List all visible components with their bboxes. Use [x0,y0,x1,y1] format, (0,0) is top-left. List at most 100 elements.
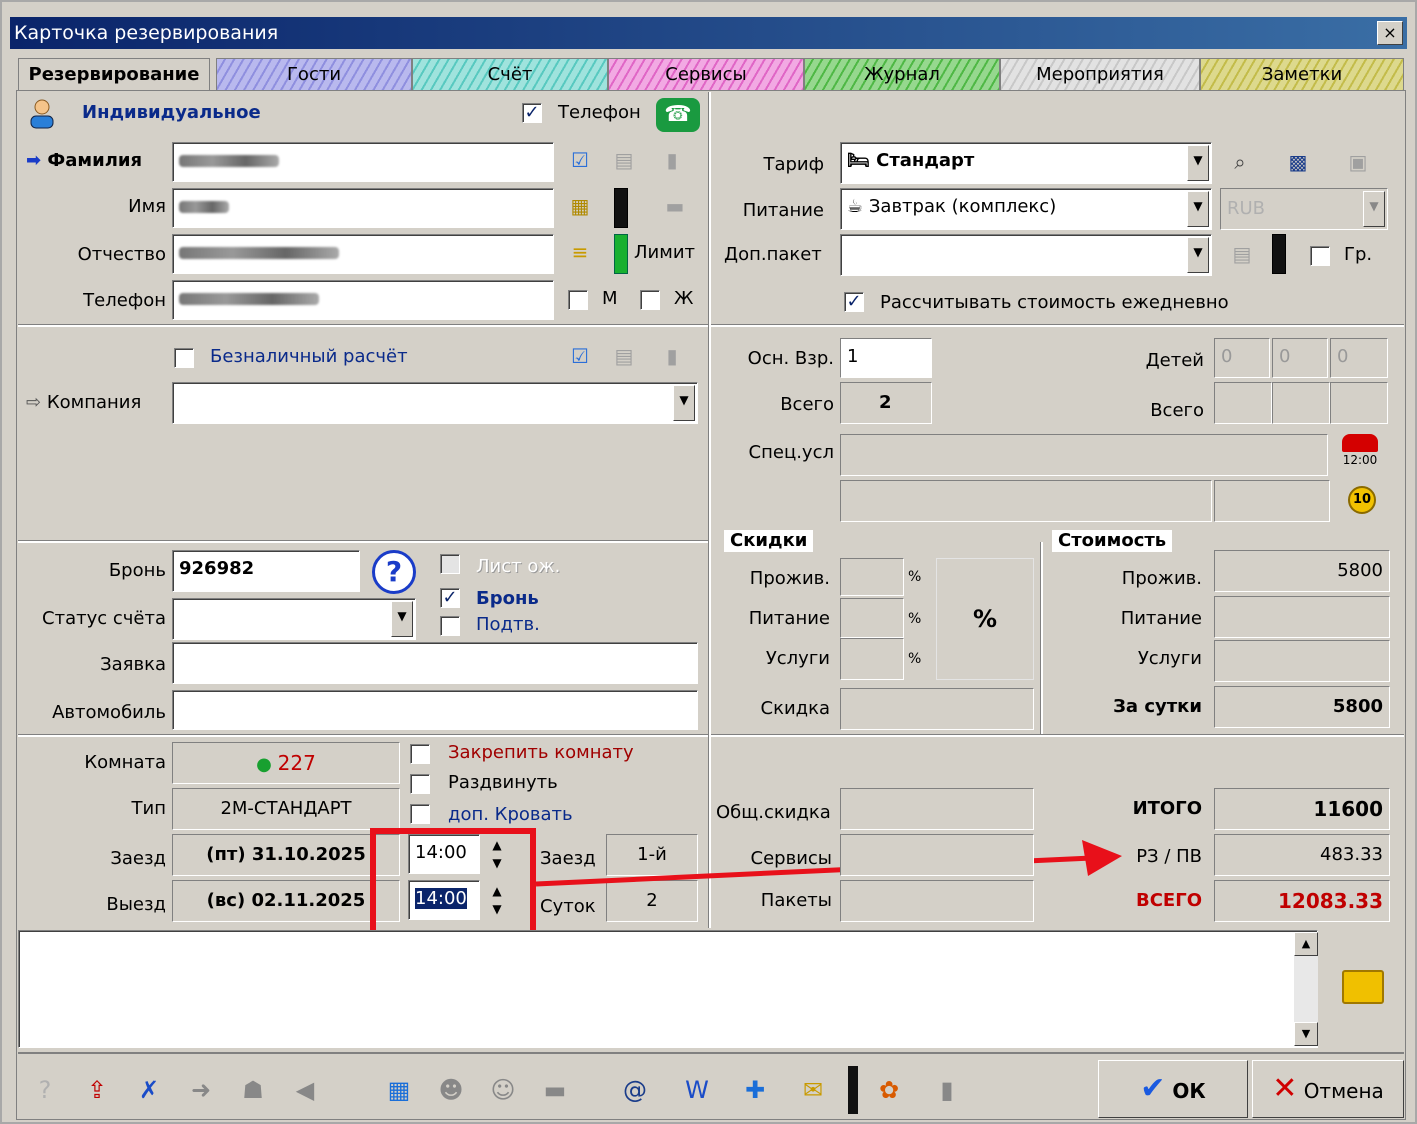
phone-icon[interactable]: ☎ [656,98,700,132]
title-bar: Карточка резервирования × [10,17,1407,49]
discount-services-field[interactable] [840,638,904,680]
separate-beds-checkbox[interactable] [410,774,430,794]
tab-reservation[interactable]: Резервирование [18,58,210,90]
search-tariff-icon[interactable]: ⌕ [1222,144,1258,180]
users-icon[interactable]: ☺ [480,1062,526,1118]
discount-services-label: Услуги [765,648,830,669]
cancel-button[interactable]: ✕ Отмена [1252,1060,1404,1118]
male-checkbox[interactable] [568,290,588,310]
waitlist-checkbox[interactable] [440,554,460,574]
grid-icon[interactable]: ▩ [1280,144,1316,180]
rz-pv-value: 483.33 [1214,834,1390,876]
folder-icon[interactable] [1342,970,1384,1004]
special-conditions-field[interactable] [840,434,1328,476]
ok-button[interactable]: ✔ ОК [1098,1060,1248,1118]
tab-guests[interactable]: Гости [216,58,412,90]
discount-living-field[interactable] [840,558,904,596]
coin-icon[interactable]: 10 [1348,486,1376,514]
dropdown-arrow[interactable]: ▼ [673,385,695,421]
tab-notes[interactable]: Заметки [1200,58,1404,90]
extra-bed-checkbox[interactable] [410,804,430,824]
help-icon[interactable]: ? [372,550,416,594]
dropdown-arrow[interactable]: ▼ [1363,191,1385,227]
close-button[interactable]: × [1377,21,1403,45]
group-icon[interactable]: ☗ [230,1062,276,1118]
bill-status-select[interactable]: ▼ [172,598,416,640]
upload-icon[interactable]: ⇪ [74,1062,120,1118]
notes-scrollbar[interactable]: ▲ ▼ [1294,932,1318,1046]
help-button-icon[interactable]: ? [22,1062,68,1118]
cashless-checkbox[interactable] [174,348,194,368]
card-button-icon[interactable]: ▬ [532,1062,578,1118]
discount-meal-field[interactable] [840,598,904,638]
room-field[interactable]: ● 227 [172,742,400,784]
services-total-field [840,834,1034,876]
car-field[interactable] [172,690,698,730]
dropdown-arrow[interactable]: ▼ [391,601,413,637]
notes-textarea[interactable] [18,930,1318,1048]
word-document-icon[interactable]: W [674,1062,720,1118]
meal-select[interactable]: ☕ Завтрак (комплекс) ▼ [840,188,1212,230]
coins-icon[interactable]: ≡ [562,234,598,270]
discount-card-icon[interactable]: ▦ [562,188,598,224]
delete-document-icon[interactable]: ✗ [126,1062,172,1118]
tab-journal[interactable]: Журнал [804,58,1000,90]
dropdown-arrow[interactable]: ▼ [1187,191,1209,227]
patronymic-field[interactable] [172,234,554,274]
calculator-icon[interactable]: ▦ [376,1062,422,1118]
user-icon[interactable]: ☻ [428,1062,474,1118]
copy-icon[interactable]: ▤ [606,142,642,178]
image-icon[interactable]: ▣ [1340,144,1376,180]
checkout-date[interactable]: (вс) 02.11.2025 [172,880,400,922]
request-field[interactable] [172,642,698,684]
tab-services[interactable]: Сервисы [608,58,804,90]
move-in-icon[interactable]: ➜ [178,1062,224,1118]
clear-icon[interactable]: ▮ [654,338,690,374]
email-icon[interactable]: @ [612,1062,658,1118]
child-spinner-2[interactable]: 0 [1272,338,1328,378]
document-icon[interactable]: ▤ [1224,236,1260,272]
group-checkbox[interactable] [1310,246,1330,266]
select-guest-icon[interactable]: ☑ [562,142,598,178]
select-company-icon[interactable]: ☑ [562,338,598,374]
scroll-up-icon[interactable]: ▲ [1294,932,1318,956]
card-icon[interactable]: ▬ [650,188,700,224]
percent-button[interactable]: % [936,558,1034,680]
move-out-icon[interactable]: ◀ [282,1062,328,1118]
tshirt-icon[interactable]: ▮ [924,1062,970,1118]
clear-icon[interactable]: ▮ [654,142,690,178]
add-service-icon[interactable]: ✚ [732,1062,778,1118]
copy-icon[interactable]: ▤ [606,338,642,374]
bill-status-label: Статус счёта [42,608,166,629]
palette-icon[interactable]: ✿ [866,1062,912,1118]
female-checkbox[interactable] [640,290,660,310]
company-select[interactable]: ▼ [172,382,698,424]
currency-select[interactable]: RUB ▼ [1220,188,1388,230]
bus-icon[interactable]: 12:00 [1332,432,1388,476]
tab-events[interactable]: Мероприятия [1000,58,1200,90]
tab-bill[interactable]: Счёт [412,58,608,90]
dropdown-arrow[interactable]: ▼ [1187,237,1209,273]
mail-icon[interactable]: ✉ [790,1062,836,1118]
itogo-value: 11600 [1214,788,1390,830]
surname-field[interactable] [172,142,554,182]
tariff-select[interactable]: 🛏 Стандарт ▼ [840,142,1212,184]
daily-calc-checkbox[interactable]: ✓ [844,292,864,312]
phone-checkbox[interactable]: ✓ [522,103,542,123]
name-field[interactable] [172,188,554,228]
female-label: Ж [674,288,694,309]
adults-spinner[interactable]: 1 [840,338,932,378]
extra-package-select[interactable]: ▼ [840,234,1212,276]
cost-living-value: 5800 [1214,550,1390,592]
cup-icon: ☕ [847,196,864,217]
booking-number-field[interactable]: 926982 [172,550,360,592]
booked-checkbox[interactable]: ✓ [440,588,460,608]
fix-room-checkbox[interactable] [410,744,430,764]
checkin-date[interactable]: (пт) 31.10.2025 [172,834,400,876]
child-spinner-3[interactable]: 0 [1330,338,1388,378]
phone-field[interactable] [172,280,554,320]
dropdown-arrow[interactable]: ▼ [1187,145,1209,181]
child-spinner-1[interactable]: 0 [1214,338,1270,378]
scroll-down-icon[interactable]: ▼ [1294,1022,1318,1046]
confirmed-checkbox[interactable] [440,616,460,636]
